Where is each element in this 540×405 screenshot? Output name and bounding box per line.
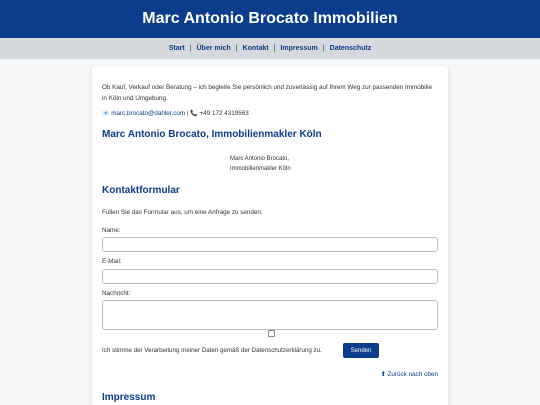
message-label: Nachricht: — [102, 290, 131, 297]
send-button[interactable]: Senden — [343, 343, 379, 358]
site-title: Marc Antonio Brocato Immobilien — [142, 10, 398, 27]
name-label: Name: — [102, 227, 121, 234]
contact-separator: | — [186, 110, 189, 117]
email-field[interactable] — [102, 269, 438, 284]
image-alt-line1: Marc Antonio Brocato, — [230, 156, 290, 162]
image-alt-line2: Immobilienmakler Köln — [230, 166, 291, 172]
consent-checkbox[interactable] — [268, 330, 275, 337]
form-heading: Kontaktformular — [102, 185, 180, 196]
nav-datenschutz[interactable]: Datenschutz — [330, 45, 372, 52]
intro-text: Ob Kauf, Verkauf oder Beratung – ich beg… — [102, 84, 432, 102]
email-label: E-Mail: — [102, 258, 122, 265]
profile-heading: Marc Antonio Brocato, Immobilienmakler K… — [102, 129, 322, 140]
back-to-top-link[interactable]: ⬆ Zurück nach oben — [381, 371, 438, 378]
site-header: Marc Antonio Brocato Immobilien — [0, 0, 540, 38]
nav-separator: | — [235, 45, 238, 52]
consent-text: Ich stimme der Verarbeitung meiner Daten… — [102, 347, 322, 354]
content-card: Ob Kauf, Verkauf oder Beratung – ich beg… — [92, 66, 448, 405]
nav-start[interactable]: Start — [169, 45, 185, 52]
nav-impressum[interactable]: Impressum — [280, 45, 317, 52]
nav-separator: | — [322, 45, 325, 52]
message-field[interactable] — [102, 300, 438, 330]
nav-kontakt[interactable]: Kontakt — [243, 45, 269, 52]
main-nav: Start | Über mich | Kontakt | Impressum | Datens… — [0, 38, 540, 59]
form-intro: Füllen Sie das Formular aus, um eine Anf… — [102, 209, 263, 216]
email-link[interactable]: marc.brocato@dahler.com — [111, 110, 185, 117]
nav-separator: | — [273, 45, 276, 52]
phone-number: +49 172 4319563 — [199, 110, 249, 117]
contact-line: 📧 marc.brocato@dahler.com | 📞 +49 172 43… — [102, 110, 249, 117]
profile-image: Marc Antonio Brocato, Immobilienmakler K… — [230, 154, 291, 174]
nav-separator: | — [189, 45, 192, 52]
impressum-heading: Impressum — [102, 392, 156, 403]
envelope-icon: 📧 — [102, 111, 110, 117]
phone-icon: 📞 — [190, 111, 198, 117]
nav-ueber-mich[interactable]: Über mich — [197, 45, 231, 52]
name-field[interactable] — [102, 237, 438, 252]
